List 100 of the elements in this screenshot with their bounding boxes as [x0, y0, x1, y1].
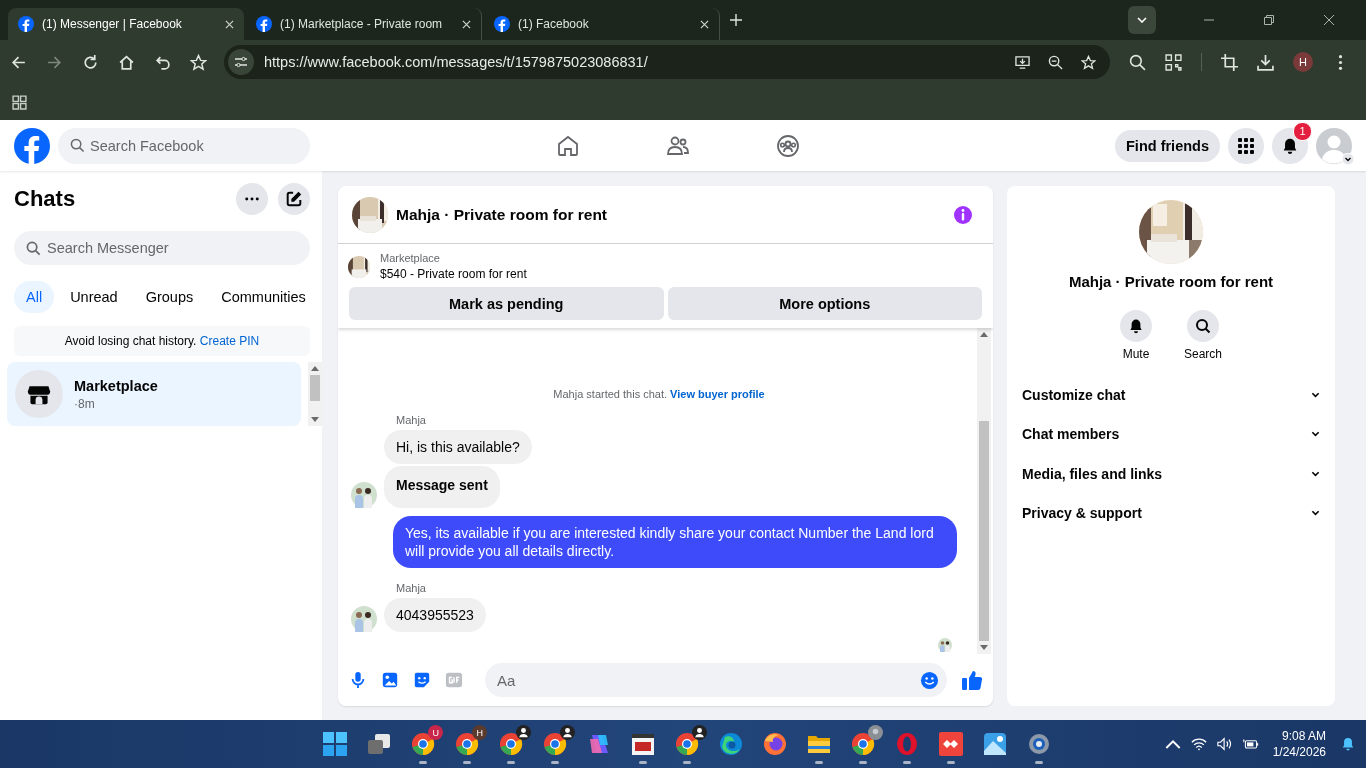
browser-icon [498, 731, 525, 757]
browser-icon [454, 731, 481, 757]
facebook-logo[interactable] [14, 127, 50, 164]
taskbar-app[interactable]: H [447, 724, 488, 764]
browser-icon [410, 731, 437, 757]
section-header[interactable]: Privacy & support [1022, 493, 1320, 533]
restore-icon[interactable] [1264, 15, 1274, 25]
person-icon [560, 725, 576, 740]
clock-date[interactable]: 1/24/2026 [1272, 745, 1326, 759]
sticker-icon[interactable] [413, 671, 431, 689]
reload-icon[interactable] [82, 53, 99, 71]
chevron-icon [1311, 510, 1320, 517]
site-info-icon[interactable] [228, 49, 254, 75]
close-icon[interactable] [700, 19, 709, 29]
task-view-icon [366, 731, 393, 757]
search-icon [26, 240, 41, 256]
profile-avatar[interactable]: H [1293, 52, 1313, 72]
menu-button[interactable] [1228, 127, 1264, 164]
profile-badge: H [472, 725, 488, 740]
browser-icon [674, 731, 701, 757]
scroll-down-icon[interactable] [980, 645, 988, 650]
mute-button[interactable] [1120, 310, 1152, 342]
message-field[interactable]: Aa [485, 663, 947, 697]
new-tab-icon[interactable] [730, 14, 742, 26]
tab-title: (1) Facebook [518, 17, 590, 31]
filter-tab[interactable]: Unread [58, 281, 130, 313]
zoom-icon[interactable] [1048, 54, 1063, 70]
close-icon[interactable] [225, 19, 234, 29]
conversation-item[interactable]: Marketplace ·8m [7, 362, 301, 426]
section-header[interactable]: Chat members [1022, 414, 1320, 454]
listing-action-button[interactable]: More options [667, 287, 982, 320]
browser-tab[interactable]: (1) Messenger | Facebook [8, 8, 244, 40]
scrollbar[interactable] [308, 362, 322, 426]
browser-icon [542, 731, 569, 757]
crop-icon[interactable] [1221, 53, 1238, 71]
home-icon[interactable] [556, 133, 580, 158]
info-icon[interactable] [953, 204, 973, 225]
filter-tab[interactable]: Groups [133, 281, 206, 313]
clock-time[interactable]: 9:08 AM [1282, 729, 1326, 743]
chevron-icon [1311, 470, 1320, 477]
find-friends-button[interactable]: Find friends [1115, 129, 1220, 162]
more-icon [245, 197, 259, 201]
star-icon[interactable] [190, 53, 207, 71]
section-header[interactable]: Media, files and links [1022, 454, 1320, 494]
message-bubble: Hi, is this available? [384, 430, 532, 464]
thumbs-up-icon[interactable] [961, 669, 983, 691]
bookmark-star-icon[interactable] [1081, 54, 1096, 70]
facebook-icon [18, 16, 34, 32]
seen-avatar [938, 638, 952, 652]
action-label: Mute [1122, 347, 1150, 361]
sender-name: Mahja [396, 582, 427, 594]
wifi-icon[interactable] [1190, 737, 1207, 751]
section-header[interactable]: Customize chat [1022, 375, 1320, 415]
qr-code-icon[interactable] [1165, 53, 1182, 71]
volume-icon[interactable] [1216, 737, 1233, 751]
notification-bell-icon[interactable] [1340, 737, 1356, 751]
conversation-name: Marketplace [74, 377, 158, 394]
listing-title: $540 - Private room for rent [380, 267, 527, 281]
chevron-icon [1311, 431, 1320, 438]
install-app-icon[interactable] [1015, 54, 1030, 70]
scroll-up-icon[interactable] [311, 366, 319, 371]
person-icon [692, 725, 708, 740]
close-icon[interactable] [1324, 15, 1334, 25]
scrollbar[interactable] [977, 328, 991, 654]
conversation-time: ·8m [74, 396, 96, 411]
new-message-button[interactable] [278, 183, 310, 215]
store-icon [15, 370, 63, 418]
caret-icon[interactable] [1342, 152, 1354, 165]
browser-icon [762, 731, 789, 757]
scroll-down-icon[interactable] [311, 417, 319, 422]
url-text: https://www.facebook.com/messages/t/1579875023086831/ [264, 54, 648, 70]
address-bar[interactable]: https://www.facebook.com/messages/t/1579875023086831/ [224, 45, 1110, 79]
apps-icon[interactable] [12, 94, 27, 110]
taskbar-app[interactable]: U [403, 724, 444, 764]
buyer-profile-link[interactable]: View buyer profile [670, 388, 765, 400]
search-button[interactable] [1187, 310, 1219, 342]
emoji-icon[interactable] [920, 670, 939, 690]
search-field[interactable]: Search Facebook [58, 127, 310, 164]
groups-icon[interactable] [776, 133, 800, 158]
photos-icon [982, 731, 1009, 757]
search-icon[interactable] [1129, 53, 1146, 71]
system-message: Mahja started this chat. View buyer profile [552, 388, 766, 400]
filter-tab[interactable]: Communities [209, 281, 318, 313]
home-icon[interactable] [118, 53, 135, 71]
battery-icon[interactable] [1242, 737, 1259, 751]
avatar [351, 606, 377, 632]
listing-action-button[interactable]: Mark as pending [349, 287, 664, 320]
image-icon[interactable] [381, 671, 399, 689]
grid-icon [1237, 136, 1255, 155]
avatar [351, 482, 377, 508]
scroll-up-icon[interactable] [980, 332, 988, 337]
close-icon[interactable] [462, 19, 471, 29]
more-options-button[interactable] [236, 183, 268, 215]
message-bubble: Yes, its available if you are interested kindly share your contact Number the Land lord will provide you all details directly. [393, 516, 957, 568]
create-pin-link[interactable]: Create PIN [199, 334, 260, 348]
microphone-icon[interactable] [349, 671, 367, 689]
filter-tab[interactable]: All [14, 281, 55, 313]
download-icon[interactable] [1257, 53, 1274, 71]
search-field[interactable]: Search Messenger [14, 231, 310, 265]
tab-search-button[interactable] [1128, 6, 1156, 34]
